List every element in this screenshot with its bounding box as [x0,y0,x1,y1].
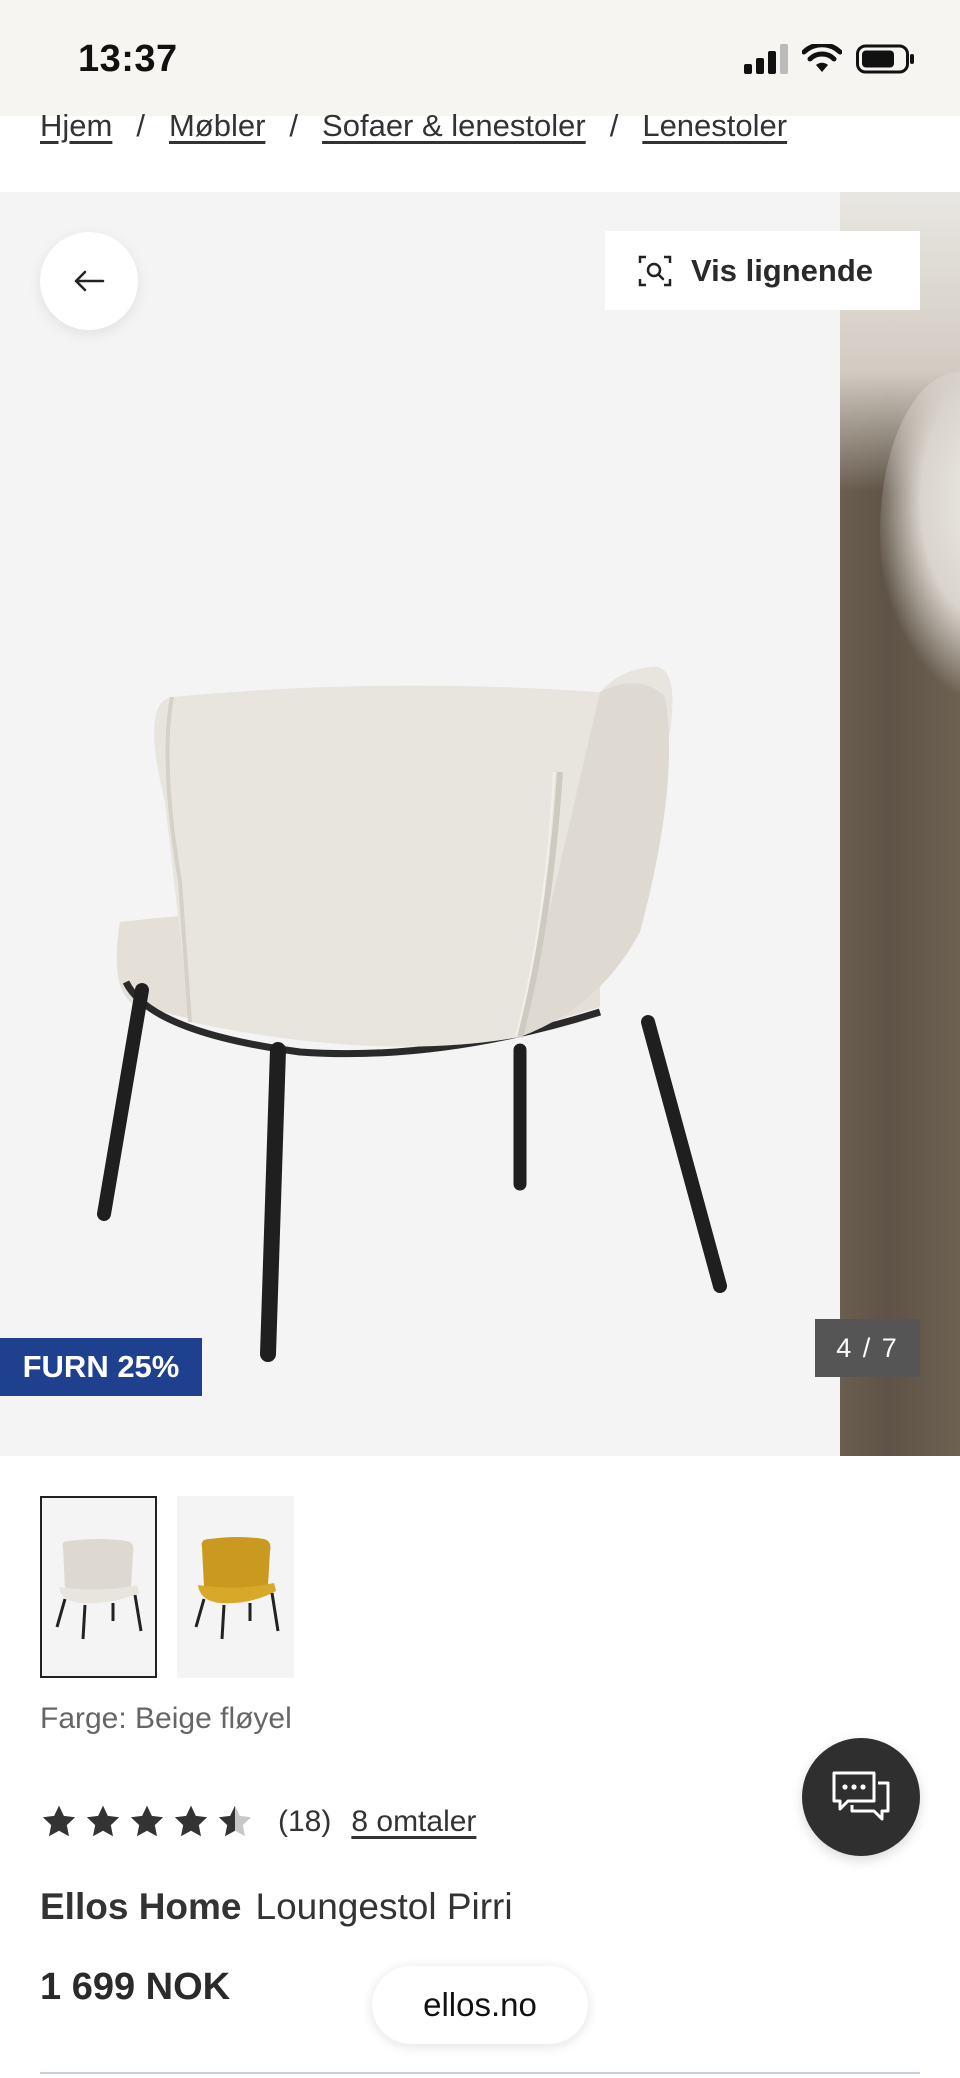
star-icon [174,1805,208,1837]
status-time: 13:37 [78,38,178,80]
breadcrumb: Hjem / Møbler / Sofaer & lenestoler / Le… [40,108,787,192]
chat-bubbles-icon [832,1771,890,1821]
breadcrumb-separator: / [289,108,299,143]
status-icons [744,44,916,74]
breadcrumb-separator: / [609,108,619,143]
color-label: Farge: Beige fløyel [40,1702,292,1735]
breadcrumb-separator: / [136,108,145,143]
thumbnail-mustard[interactable] [177,1496,294,1678]
next-section-edge [40,2072,920,2078]
image-counter: 4 / 7 [815,1319,920,1377]
chair-thumbnail-mustard [194,1537,279,1640]
product-title: Ellos Home Loungestol Pirri [40,1886,513,1928]
product-rating: (18) 8 omtaler [40,1804,476,1840]
rating-stars [40,1804,254,1840]
arrow-left-icon [74,270,105,292]
show-similar-button[interactable]: Vis lignende [605,231,920,310]
star-icon [42,1805,76,1837]
star-half-icon [218,1805,252,1837]
visual-search-icon [638,255,672,286]
product-gallery[interactable]: Vis lignende FURN 25% 4 / 7 [0,192,960,1456]
breadcrumb-link-home[interactable]: Hjem [40,108,112,144]
rating-count: (18) [278,1805,332,1838]
color-variant-thumbnails [40,1496,294,1678]
reviews-link[interactable]: 8 omtaler [351,1805,476,1839]
cellular-signal-icon [744,44,788,74]
thumbnail-beige[interactable] [40,1496,157,1678]
chair-thumbnail-beige [55,1539,142,1640]
product-price: 1 699 NOK [40,1966,231,2008]
chair-illustration [97,666,727,1362]
wifi-icon [802,44,842,72]
breadcrumb-link-furniture[interactable]: Møbler [169,108,265,144]
back-button[interactable] [40,232,138,330]
star-icon [86,1805,120,1837]
product-image[interactable] [0,192,840,1456]
breadcrumb-link-sofas[interactable]: Sofaer & lenestoler [322,108,586,144]
next-image-preview[interactable] [840,192,960,1456]
battery-icon [856,44,914,74]
product-brand[interactable]: Ellos Home [40,1886,242,1927]
show-similar-label: Vis lignende [691,252,874,288]
browser-address-pill[interactable]: ellos.no [372,1966,588,2044]
breadcrumb-link-armchairs[interactable]: Lenestoler [642,108,787,144]
promo-badge: FURN 25% [0,1338,202,1396]
star-icon [130,1805,164,1837]
product-name: Loungestol Pirri [255,1886,513,1927]
chat-button[interactable] [802,1738,920,1856]
status-bar: 13:37 [0,0,960,116]
